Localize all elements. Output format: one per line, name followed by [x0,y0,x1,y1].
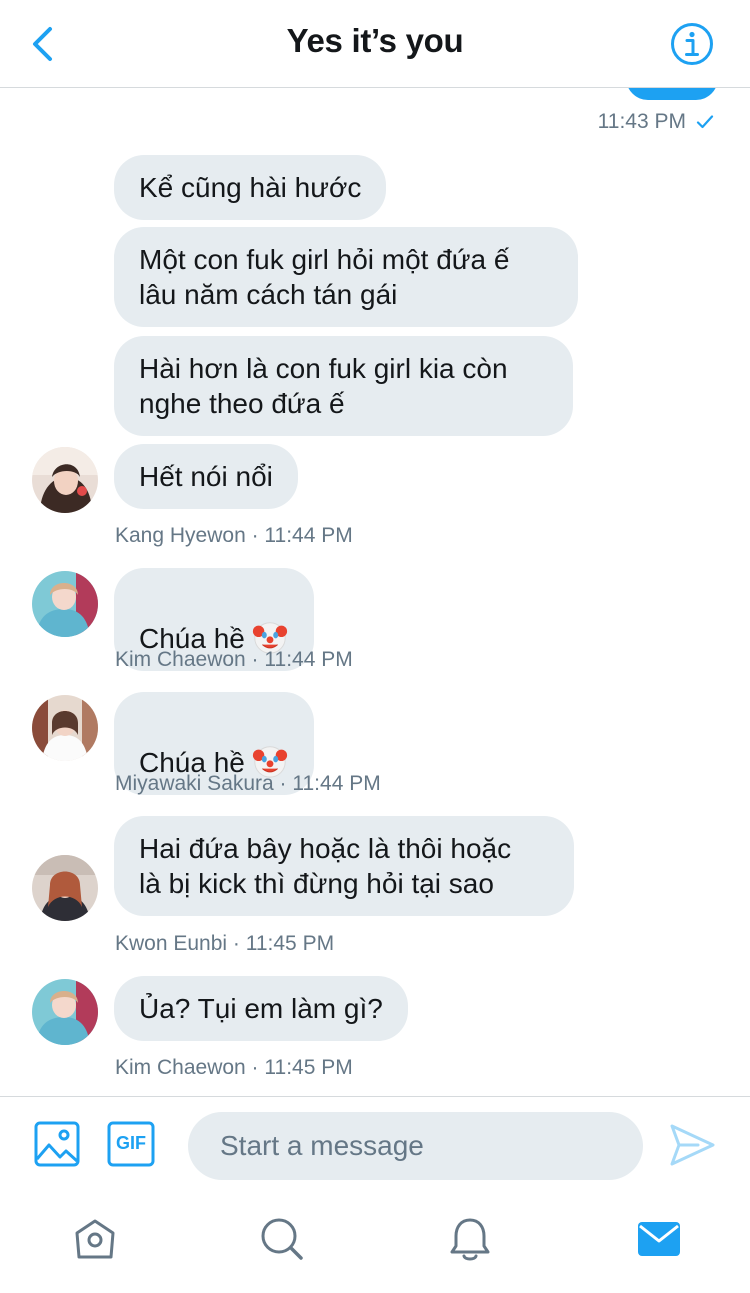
image-icon [34,1121,80,1167]
send-icon [670,1124,715,1166]
avatar-image [32,979,98,1045]
message-bubble[interactable]: Hết nói nổi [114,444,298,509]
message-bubble[interactable]: Kể cũng hài hước [114,155,387,220]
tab-messages[interactable] [636,1216,682,1262]
bottom-tab-bar [0,1194,750,1293]
message-bubble[interactable]: Ủa? Tụi em làm gì? [114,976,408,1041]
avatar-image [32,571,98,637]
sent-message-meta: 11:43 PM [598,110,714,134]
read-check-icon [696,115,714,129]
send-button[interactable] [668,1123,716,1167]
messages-icon [638,1222,680,1256]
avatar-image [32,695,98,761]
sent-message-bubble[interactable] [626,88,718,100]
message-text: Ủa? Tụi em làm gì? [139,993,383,1024]
message-meta: Kang Hyewon · 11:44 PM [115,524,353,547]
notifications-icon [450,1218,490,1261]
message-composer: GIF [0,1096,750,1194]
avatar-kim-chaewon[interactable] [32,571,98,637]
message-text: Kể cũng hài hước [139,172,362,203]
conversation-title[interactable]: Yes it’s you [0,22,750,60]
message-input[interactable] [188,1112,643,1180]
add-media-button[interactable] [34,1121,80,1167]
avatar-image [32,447,98,513]
message-meta: Kwon Eunbi · 11:45 PM [115,932,335,955]
home-icon [75,1219,115,1259]
tab-home[interactable] [72,1216,118,1262]
message-meta: Kim Chaewon · 11:44 PM [115,648,353,671]
message-meta: Miyawaki Sakura · 11:44 PM [115,772,381,795]
info-icon [671,23,713,65]
gif-label: GIF [116,1133,146,1153]
avatar-miyawaki-sakura[interactable] [32,695,98,761]
sent-time: 11:43 PM [597,110,686,133]
message-list[interactable]: 11:43 PM Kể cũng hài hước Một con fuk gi… [0,88,750,1096]
avatar-kang-hyewon[interactable] [32,447,98,513]
tab-search[interactable] [259,1216,305,1262]
message-text: Một con fuk girl hỏi một đứa ế lâu năm c… [139,244,510,310]
gif-button[interactable]: GIF [107,1121,155,1167]
avatar-kwon-eunbi[interactable] [32,855,98,921]
message-bubble[interactable]: Hai đứa bây hoặc là thôi hoặc là bị kick… [114,816,574,916]
avatar-image [32,855,98,921]
message-text: Hài hơn là con fuk girl kia còn nghe the… [139,353,508,419]
search-icon [261,1218,303,1260]
tab-notifications[interactable] [447,1216,493,1262]
message-text: Hai đứa bây hoặc là thôi hoặc là bị kick… [139,833,512,899]
info-button[interactable] [670,22,714,66]
avatar-kim-chaewon[interactable] [32,979,98,1045]
message-meta: Kim Chaewon · 11:45 PM [115,1056,353,1079]
message-bubble[interactable]: Hài hơn là con fuk girl kia còn nghe the… [114,336,573,436]
message-bubble[interactable]: Một con fuk girl hỏi một đứa ế lâu năm c… [114,227,578,327]
message-text: Hết nói nổi [139,461,273,492]
conversation-header: Yes it’s you [0,0,750,88]
